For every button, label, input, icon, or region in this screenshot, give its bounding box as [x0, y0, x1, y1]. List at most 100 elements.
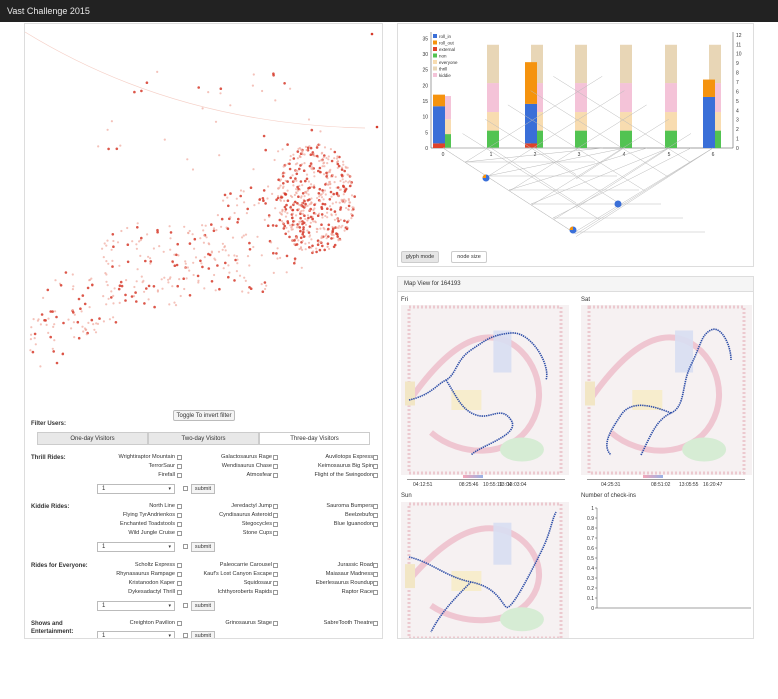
- all-rides-checkbox[interactable]: [183, 544, 188, 549]
- ride-checkbox[interactable]: [373, 464, 378, 469]
- all-rides-checkbox[interactable]: [183, 603, 188, 608]
- scatter-point: [47, 331, 50, 334]
- ride-checkbox[interactable]: [177, 531, 182, 536]
- scatter-point: [153, 305, 156, 309]
- scatter-point: [114, 321, 118, 324]
- scatter-point: [323, 203, 327, 206]
- node-size-button[interactable]: node size: [451, 251, 487, 263]
- scatter-point: [299, 164, 302, 167]
- scatter-point: [337, 239, 340, 242]
- rides-count-select[interactable]: 1 ▾: [97, 542, 175, 552]
- ride-checkbox[interactable]: [373, 513, 378, 518]
- scatter-point: [139, 254, 142, 257]
- scatter-point: [299, 211, 302, 214]
- ride-checkbox[interactable]: [373, 563, 378, 568]
- scatter-point: [81, 325, 84, 328]
- scatter-point: [83, 302, 87, 306]
- scatter-point: [176, 242, 179, 246]
- map-sun[interactable]: [401, 502, 569, 639]
- ride-checkbox[interactable]: [177, 513, 182, 518]
- map-sat[interactable]: [581, 305, 752, 475]
- scatter-point: [224, 261, 227, 265]
- rides-count-select[interactable]: 1 ▾: [97, 601, 175, 611]
- ride-checkbox[interactable]: [373, 473, 378, 478]
- ride-checkbox[interactable]: [177, 522, 182, 527]
- ride-label: Dykesadactyl Thrill: [128, 589, 175, 595]
- ride-checkbox[interactable]: [177, 464, 182, 469]
- scatter-point: [52, 350, 55, 353]
- ride-checkbox[interactable]: [177, 504, 182, 509]
- scatter-point: [306, 214, 310, 217]
- glyph-panel: 0 5 10 15 20 25 30 35 0 1 2 3 4 5 6 7 8 9 10 11 12 0 1 2 3 4 5 6 rol…: [397, 23, 754, 267]
- ride-checkbox[interactable]: [273, 473, 278, 478]
- ride-checkbox[interactable]: [373, 581, 378, 586]
- ride-checkbox[interactable]: [177, 590, 182, 595]
- ride-checkbox[interactable]: [273, 522, 278, 527]
- scatter-point: [290, 228, 293, 231]
- ride-checkbox[interactable]: [273, 513, 278, 518]
- scatter-point: [249, 186, 253, 189]
- ride-checkbox[interactable]: [373, 504, 378, 509]
- submit-button[interactable]: submit: [191, 542, 215, 552]
- scatter-point: [275, 252, 278, 255]
- ride-checkbox[interactable]: [273, 621, 278, 626]
- tab-one-day-visitors[interactable]: One-day Visitors: [37, 432, 148, 445]
- checkins-tick: 0.2: [587, 586, 594, 592]
- right-axis-tick: 3: [736, 118, 739, 124]
- checkins-tick: 0.5: [587, 556, 594, 562]
- scatter-point: [315, 230, 318, 233]
- rides-count-select[interactable]: 1 ▾: [97, 484, 175, 494]
- tab-three-day-visitors[interactable]: Three-day Visitors: [259, 432, 370, 445]
- tab-two-day-visitors[interactable]: Two-day Visitors: [148, 432, 259, 445]
- scatter-point: [303, 214, 306, 217]
- submit-button[interactable]: submit: [191, 631, 215, 638]
- ride-checkbox[interactable]: [373, 572, 378, 577]
- scatter-point: [288, 235, 291, 239]
- all-rides-checkbox[interactable]: [183, 486, 188, 491]
- ride-checkbox[interactable]: [177, 581, 182, 586]
- scatter-point: [42, 296, 45, 299]
- scatter-point: [248, 248, 252, 251]
- scatter-point: [53, 339, 56, 342]
- glyph-chart[interactable]: 0510152025303501234567891011120 1 2 3 4 5 6rol…: [398, 24, 754, 254]
- ride-checkbox[interactable]: [273, 590, 278, 595]
- scatter-point: [46, 288, 50, 292]
- scatter-point: [280, 213, 283, 216]
- ride-checkbox[interactable]: [373, 590, 378, 595]
- bar-segment-kiddie: [620, 83, 632, 113]
- rides-count-select[interactable]: 1 ▾: [97, 631, 175, 638]
- ride-checkbox[interactable]: [273, 572, 278, 577]
- ride-checkbox[interactable]: [177, 473, 182, 478]
- scatter-point: [290, 226, 293, 229]
- ride-checkbox[interactable]: [273, 531, 278, 536]
- map-fri[interactable]: [401, 305, 569, 475]
- ride-checkbox[interactable]: [273, 581, 278, 586]
- legend-label: everyone: [439, 60, 458, 65]
- scatter-point: [227, 275, 230, 279]
- ride-checkbox[interactable]: [373, 455, 378, 460]
- park-area: [632, 390, 663, 410]
- bar-segment-roll_in: [703, 96, 715, 148]
- submit-button[interactable]: submit: [191, 601, 215, 611]
- scatter-point: [276, 257, 279, 260]
- submit-button[interactable]: submit: [191, 484, 215, 494]
- ride-checkbox[interactable]: [177, 621, 182, 626]
- ride-checkbox[interactable]: [373, 621, 378, 626]
- ride-checkbox[interactable]: [373, 522, 378, 527]
- glyph-mode-button[interactable]: glyph mode: [401, 251, 439, 263]
- scatter-point: [212, 227, 216, 230]
- visitor-scatter-plot[interactable]: [25, 24, 383, 404]
- ride-checkbox[interactable]: [273, 563, 278, 568]
- ride-checkbox[interactable]: [273, 455, 278, 460]
- scatter-point: [323, 146, 327, 149]
- ride-checkbox[interactable]: [177, 572, 182, 577]
- right-axis-tick: 10: [736, 52, 742, 58]
- toggle-invert-filter-button[interactable]: Toggle To invert filter: [173, 410, 235, 421]
- ride-checkbox[interactable]: [177, 563, 182, 568]
- ride-checkbox[interactable]: [273, 464, 278, 469]
- scatter-point: [344, 165, 347, 168]
- ride-checkbox[interactable]: [273, 504, 278, 509]
- ride-checkbox[interactable]: [177, 455, 182, 460]
- ride-label: Raptor Race: [341, 589, 373, 595]
- all-rides-checkbox[interactable]: [183, 633, 188, 638]
